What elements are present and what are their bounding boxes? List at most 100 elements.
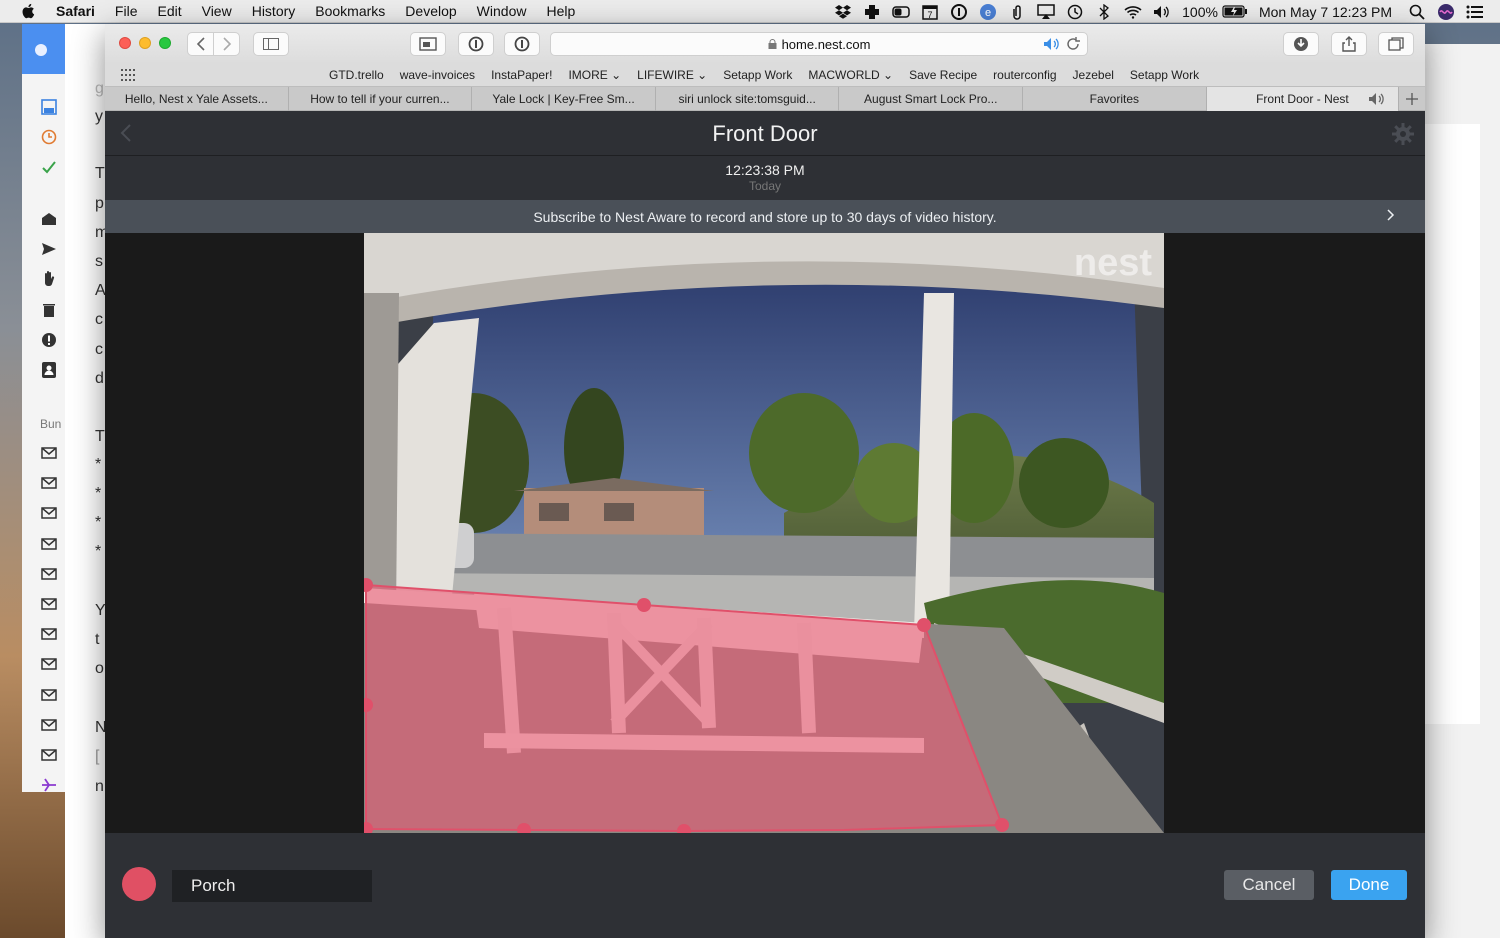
menu-edit[interactable]: Edit <box>157 3 181 19</box>
browser-tab[interactable]: Yale Lock | Key-Free Sm... <box>472 87 656 111</box>
bluetooth-icon[interactable] <box>1095 3 1113 20</box>
paperclip-icon[interactable] <box>1008 4 1026 20</box>
trash-icon[interactable] <box>40 301 58 319</box>
zone-color-swatch[interactable] <box>122 867 156 901</box>
menu-app-name[interactable]: Safari <box>56 3 95 19</box>
downloads-button[interactable] <box>1283 32 1319 56</box>
speaker-icon[interactable] <box>1368 92 1386 106</box>
nest-aware-banner[interactable]: Subscribe to Nest Aware to record and st… <box>105 200 1425 233</box>
browser-tab[interactable]: Favorites <box>1023 87 1207 111</box>
bookmark-folder-lifewire[interactable]: LIFEWIRE ⌄ <box>637 68 707 82</box>
mail-bundle-icon[interactable] <box>40 686 58 704</box>
show-tabs-button[interactable] <box>1378 32 1414 56</box>
bookmark-setapp-work-2[interactable]: Setapp Work <box>1130 68 1199 82</box>
browser-tab[interactable]: Hello, Nest x Yale Assets... <box>105 87 289 111</box>
calendar-icon[interactable]: 7 <box>921 4 939 20</box>
menu-window[interactable]: Window <box>477 3 527 19</box>
hand-icon[interactable] <box>40 270 58 288</box>
browser-tab-active[interactable]: Front Door - Nest <box>1206 87 1400 111</box>
close-window-button[interactable] <box>119 37 131 49</box>
spotlight-icon[interactable] <box>1408 4 1426 20</box>
time-machine-icon[interactable] <box>1066 4 1084 20</box>
checkmark-icon[interactable] <box>40 158 58 176</box>
forward-button[interactable] <box>213 32 240 56</box>
volume-icon[interactable] <box>1153 4 1171 20</box>
alert-icon[interactable] <box>40 331 58 349</box>
siri-icon[interactable] <box>1437 3 1455 20</box>
sidebar-toggle-button[interactable] <box>253 32 289 56</box>
browser-tab[interactable]: siri unlock site:tomsguid... <box>656 87 840 111</box>
clock-icon[interactable] <box>40 128 58 146</box>
apple-menu-icon[interactable] <box>20 2 38 20</box>
contact-icon[interactable] <box>40 361 58 379</box>
chevron-right-icon[interactable] <box>1387 209 1395 221</box>
mail-bundle-icon[interactable] <box>40 625 58 643</box>
bookmark-folder-imore[interactable]: IMORE ⌄ <box>568 68 621 82</box>
wifi-icon[interactable] <box>1124 4 1142 20</box>
mail-bundle-icon[interactable] <box>40 504 58 522</box>
bookmark-gtd-trello[interactable]: GTD.trello <box>329 68 384 82</box>
dropbox-icon[interactable] <box>834 4 852 20</box>
menu-view[interactable]: View <box>202 3 232 19</box>
zone-handle[interactable] <box>917 618 931 632</box>
mail-toolbar-button[interactable] <box>35 44 47 56</box>
plus-cross-icon[interactable] <box>863 4 881 20</box>
mail-bundle-icon[interactable] <box>40 595 58 613</box>
doc-fragment: d <box>95 370 104 387</box>
airplane-icon[interactable] <box>40 776 58 794</box>
bookmark-save-recipe[interactable]: Save Recipe <box>909 68 977 82</box>
sync-icon[interactable]: e <box>979 3 997 20</box>
mail-bundle-icon[interactable] <box>40 716 58 734</box>
new-tab-button[interactable] <box>1399 87 1425 111</box>
mail-bundle-icon[interactable] <box>40 565 58 583</box>
mail-bundle-icon[interactable] <box>40 474 58 492</box>
cancel-button[interactable]: Cancel <box>1224 870 1314 900</box>
browser-tab[interactable]: How to tell if your curren... <box>289 87 473 111</box>
reload-icon[interactable] <box>1066 37 1080 51</box>
inbox-icon[interactable] <box>40 98 58 116</box>
tab-audio-icon[interactable] <box>1043 37 1061 51</box>
1password-extension-button[interactable] <box>458 32 494 56</box>
address-bar[interactable]: home.nest.com <box>550 32 1088 56</box>
mail-bundle-icon[interactable] <box>40 535 58 553</box>
menu-bookmarks[interactable]: Bookmarks <box>315 3 385 19</box>
1password-icon[interactable] <box>950 3 968 20</box>
gear-icon[interactable] <box>1391 122 1415 146</box>
display-toggle-icon[interactable] <box>892 4 910 20</box>
bookmark-routerconfig[interactable]: routerconfig <box>993 68 1056 82</box>
mail-bundle-icon[interactable] <box>40 444 58 462</box>
browser-tab[interactable]: August Smart Lock Pro... <box>839 87 1024 111</box>
bookmark-jezebel[interactable]: Jezebel <box>1073 68 1114 82</box>
airplay-icon[interactable] <box>1037 3 1055 20</box>
menu-clock[interactable]: Mon May 7 12:23 PM <box>1259 4 1392 20</box>
menu-help[interactable]: Help <box>546 3 575 19</box>
envelope-open-icon[interactable] <box>40 210 58 228</box>
mail-bundle-icon[interactable] <box>40 746 58 764</box>
screenshot-extension-button[interactable] <box>410 32 446 56</box>
url-text: home.nest.com <box>781 36 871 52</box>
camera-feed[interactable]: nest <box>364 233 1164 833</box>
bookmark-setapp-work[interactable]: Setapp Work <box>723 68 792 82</box>
minimize-window-button[interactable] <box>139 37 151 49</box>
menu-develop[interactable]: Develop <box>405 3 456 19</box>
menu-file[interactable]: File <box>115 3 138 19</box>
zoom-window-button[interactable] <box>159 37 171 49</box>
bookmark-folder-macworld[interactable]: MACWORLD ⌄ <box>808 68 893 82</box>
top-sites-grid-icon[interactable] <box>120 68 136 82</box>
share-button[interactable] <box>1331 32 1367 56</box>
menu-history[interactable]: History <box>252 3 296 19</box>
back-button[interactable] <box>187 32 214 56</box>
mail-bundle-icon[interactable] <box>40 655 58 673</box>
bookmark-instapaper[interactable]: InstaPaper! <box>491 68 552 82</box>
done-button[interactable]: Done <box>1331 870 1407 900</box>
battery-percent[interactable]: 100% <box>1182 4 1218 20</box>
zone-name-input[interactable] <box>172 870 372 902</box>
password-extension-button[interactable] <box>504 32 540 56</box>
send-icon[interactable] <box>40 240 58 258</box>
bookmark-wave-invoices[interactable]: wave-invoices <box>400 68 475 82</box>
notification-center-icon[interactable] <box>1466 4 1484 20</box>
battery-icon[interactable] <box>1222 4 1248 20</box>
share-icon <box>1342 36 1356 52</box>
zone-handle[interactable] <box>995 818 1009 832</box>
zone-handle[interactable] <box>637 598 651 612</box>
